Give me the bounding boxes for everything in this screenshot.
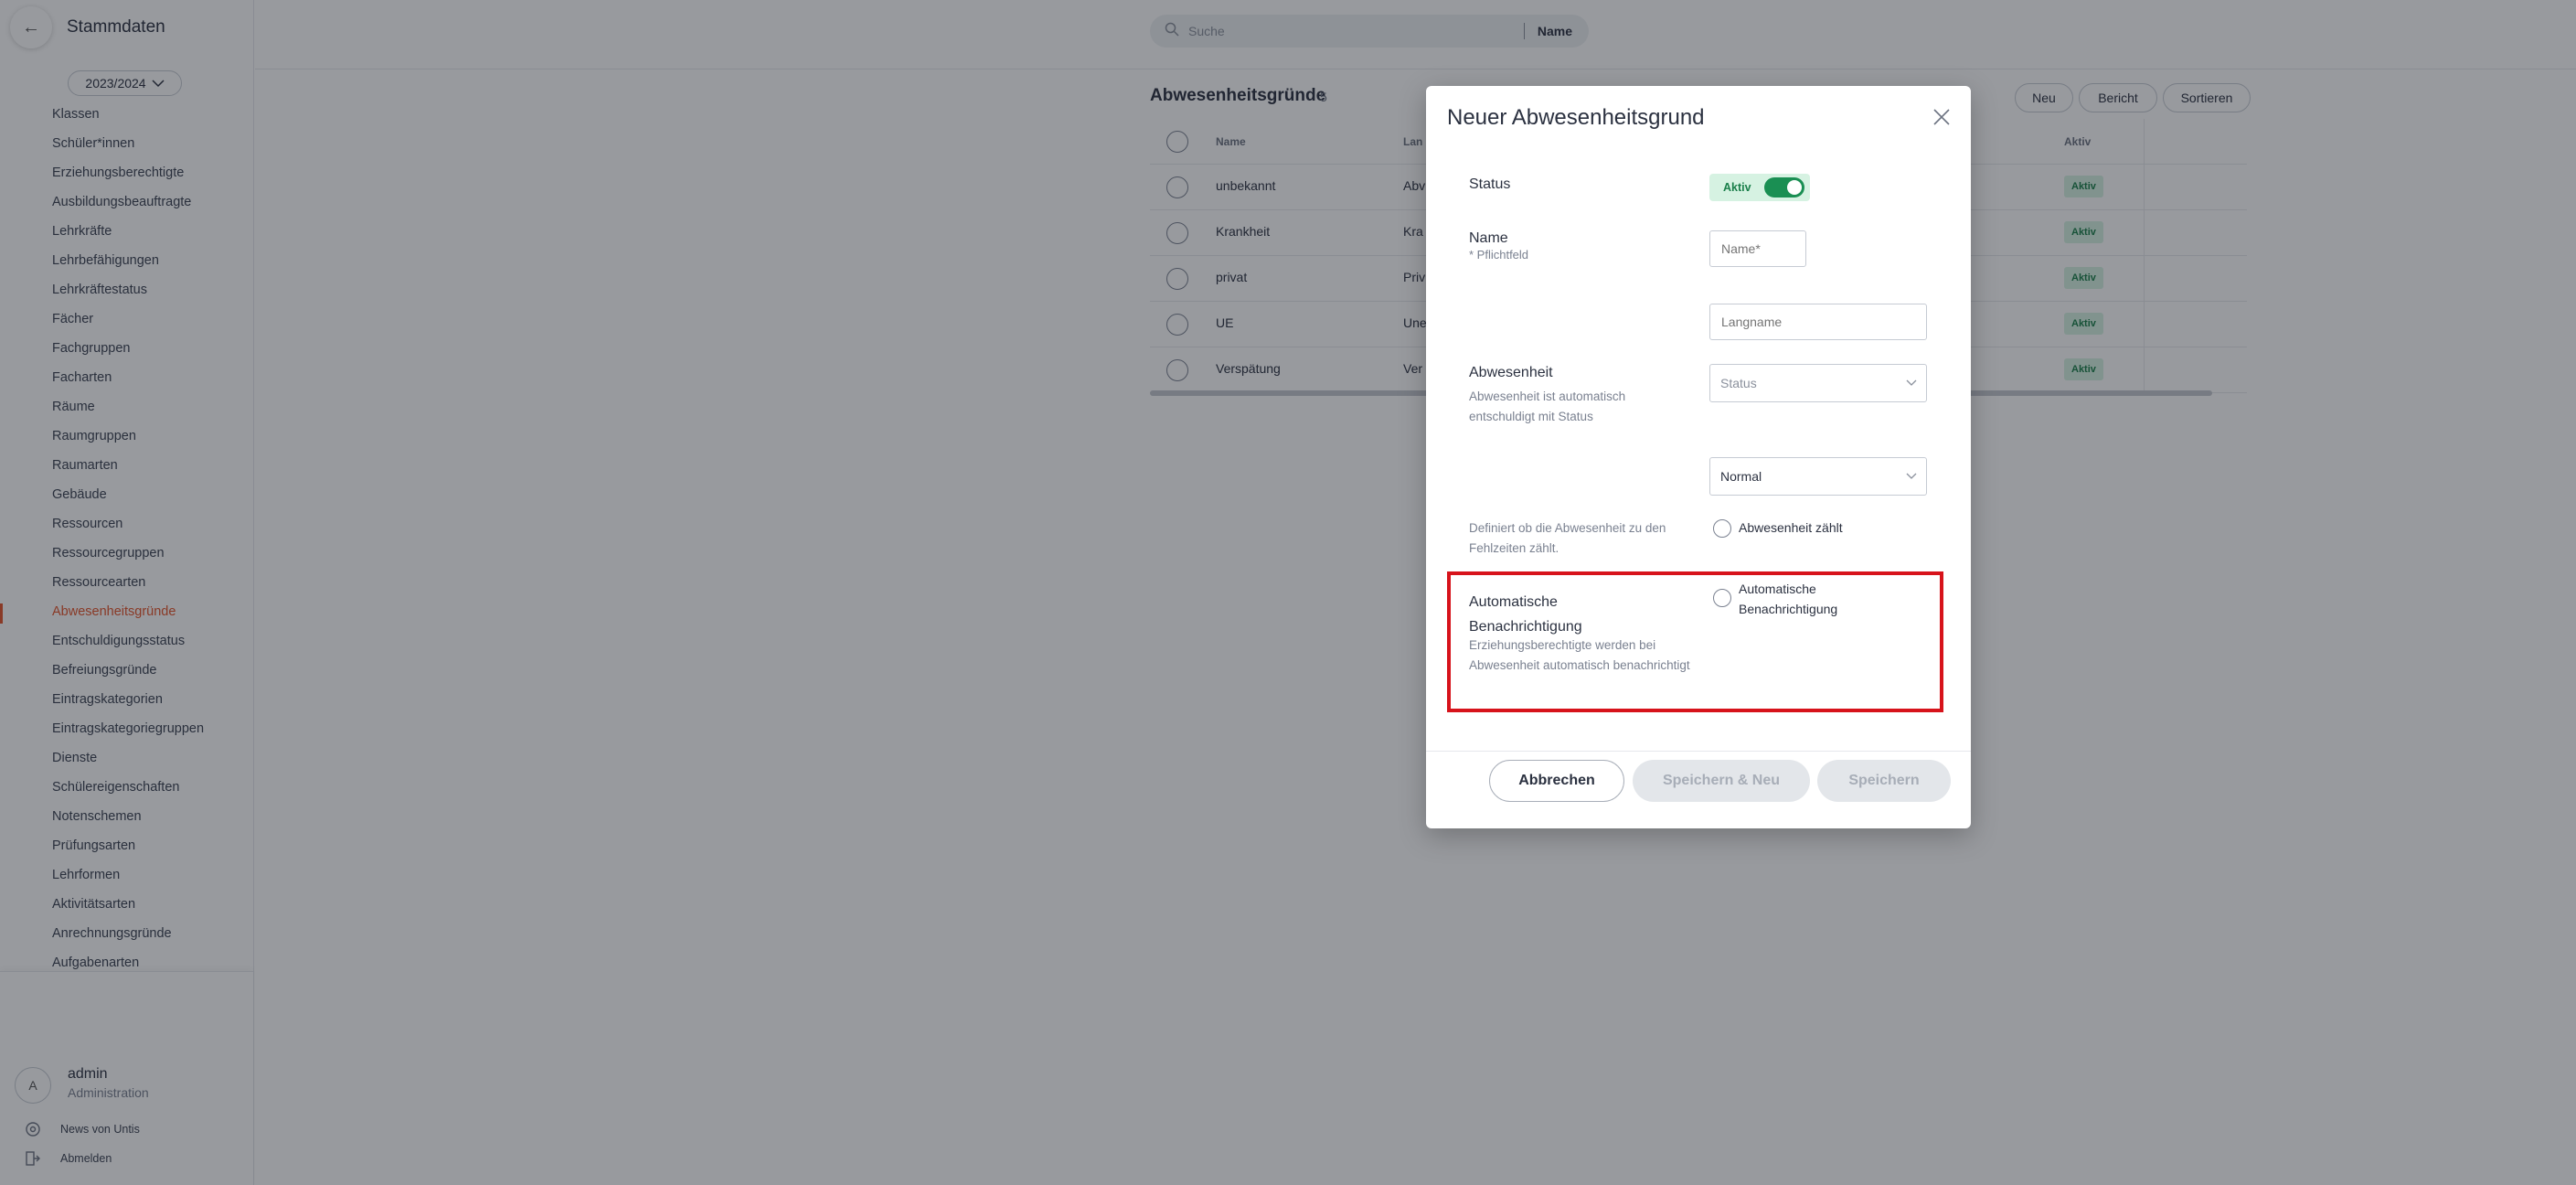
close-icon <box>1933 109 1950 125</box>
new-absence-reason-dialog: Neuer Abwesenheitsgrund Status Aktiv Nam… <box>1426 86 1971 828</box>
name-field[interactable] <box>1709 230 1806 267</box>
status-toggle-label: Aktiv <box>1723 181 1751 194</box>
absence-status-placeholder: Status <box>1720 376 1757 390</box>
dialog-footer-divider <box>1426 751 1971 752</box>
status-toggle[interactable] <box>1764 177 1804 198</box>
absence-status-select[interactable]: Status <box>1709 364 1927 402</box>
counts-radio[interactable] <box>1713 519 1731 538</box>
absence-type-select[interactable]: Normal <box>1709 457 1927 496</box>
save-and-new-button[interactable]: Speichern & Neu <box>1633 760 1810 802</box>
required-hint: * Pflichtfeld <box>1469 248 1529 262</box>
status-label: Status <box>1469 176 1511 192</box>
counts-option-label: Abwesenheit zählt <box>1739 520 1843 535</box>
absence-hint: Abwesenheit ist automatisch entschuldigt… <box>1469 390 1626 423</box>
save-button[interactable]: Speichern <box>1817 760 1951 802</box>
notify-radio[interactable] <box>1713 589 1731 607</box>
absence-label: Abwesenheit <box>1469 365 1553 380</box>
close-button[interactable] <box>1929 104 1954 130</box>
chevron-down-icon <box>1906 458 1917 495</box>
dialog-title: Neuer Abwesenheitsgrund <box>1447 105 1705 130</box>
notify-option-label: Automatische Benachrichtigung <box>1739 582 1838 616</box>
notify-label: Automatische Benachrichtigung <box>1469 594 1582 635</box>
counts-hint: Definiert ob die Abwesenheit zu den Fehl… <box>1469 521 1666 555</box>
chevron-down-icon <box>1906 365 1917 401</box>
cancel-button[interactable]: Abbrechen <box>1489 760 1624 802</box>
absence-type-value: Normal <box>1720 469 1762 484</box>
longname-field[interactable] <box>1709 304 1927 340</box>
notify-hint: Erziehungsberechtigte werden bei Abwesen… <box>1469 638 1690 672</box>
status-toggle-group: Aktiv <box>1709 174 1810 201</box>
modal-backdrop[interactable] <box>0 0 2576 1185</box>
